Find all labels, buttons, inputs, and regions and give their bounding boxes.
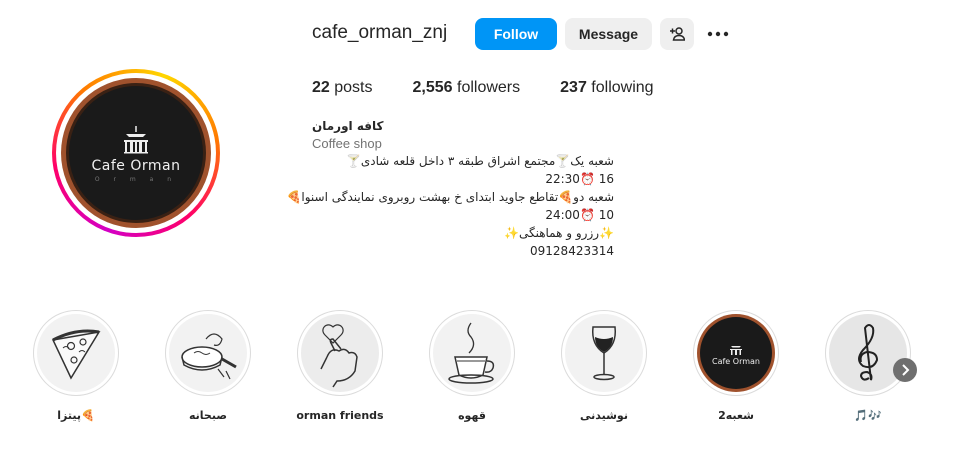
highlight-ring (165, 310, 251, 396)
treble-clef-icon (858, 324, 879, 381)
posts-stat: 22 posts (312, 79, 373, 97)
wine-glass-icon (591, 326, 617, 381)
highlight-ring (33, 310, 119, 396)
highlight-label: 🎵🎶 (854, 409, 882, 422)
logo-sub-text: O r m a n (94, 175, 178, 183)
posts-count: 22 (312, 79, 330, 96)
follow-button[interactable]: Follow (475, 18, 557, 50)
more-options-button[interactable] (706, 24, 730, 44)
highlight-label: orman friends (296, 409, 384, 422)
highlight-cover (829, 314, 907, 392)
story-highlights: پیتزا🍕 صبحانه orman friends قهوه نوشیدنی… (0, 310, 963, 430)
highlight-item[interactable]: صبحانه (163, 310, 253, 422)
chevron-right-icon (902, 364, 910, 376)
add-user-icon (670, 27, 685, 41)
highlight-item[interactable]: قهوه (427, 310, 517, 422)
logo-brand-text: Cafe Orman (91, 157, 181, 174)
highlight-ring: Cafe Orman (693, 310, 779, 396)
highlight-item[interactable]: Cafe Orman شعبه2 (691, 310, 781, 422)
pizza-icon (51, 329, 101, 380)
highlight-ring (429, 310, 515, 396)
bio-line: 10 ⏰24:00 (545, 208, 614, 222)
bio-line: شعبه دو🍕تقاطع جاوید ابتدای خ بهشت روبروی… (286, 190, 614, 204)
message-button[interactable]: Message (565, 18, 652, 50)
coffee-cup-icon (448, 322, 495, 384)
bio-phone: 09128423314 (530, 244, 614, 258)
bio-line: شعبه یک🍸مجتمع اشراق طبقه ۳ داخل قلعه شاد… (345, 154, 614, 168)
highlight-cover (169, 314, 247, 392)
following-stat[interactable]: 237 following (560, 79, 653, 97)
cafe-building-icon (124, 125, 148, 153)
profile-stats: 22 posts 2,556 followers 237 following (312, 79, 694, 97)
finger-heart-icon (320, 324, 358, 388)
highlight-cover: Cafe Orman (697, 314, 775, 392)
bio-line: ✨رزرو و هماهنگی✨ (504, 226, 614, 240)
highlight-item[interactable]: orman friends (295, 310, 385, 422)
highlight-cover (37, 314, 115, 392)
profile-avatar[interactable]: Cafe Orman O r m a n (52, 69, 220, 237)
cafe-logo-icon: Cafe Orman (700, 317, 772, 389)
cafe-logo: Cafe Orman O r m a n (66, 83, 206, 223)
followers-stat[interactable]: 2,556 followers (413, 79, 521, 97)
highlight-item[interactable]: پیتزا🍕 (31, 310, 121, 422)
full-name: کافه اورمان (312, 119, 384, 133)
bio-line: 16 ⏰22:30 (545, 172, 614, 186)
highlight-label: صبحانه (189, 409, 227, 422)
followers-count: 2,556 (412, 79, 453, 96)
highlight-label: نوشیدنی (580, 409, 628, 422)
posts-label: posts (334, 79, 373, 96)
highlight-cover (565, 314, 643, 392)
suggested-users-button[interactable] (660, 18, 694, 50)
cafe-building-icon (730, 345, 742, 355)
highlight-ring (561, 310, 647, 396)
bio-text: شعبه یک🍸مجتمع اشراق طبقه ۳ داخل قلعه شاد… (286, 152, 614, 260)
logo-brand-text: Cafe Orman (712, 356, 760, 366)
more-dots-icon (707, 31, 729, 37)
following-count: 237 (560, 79, 587, 96)
breakfast-pan-icon (181, 333, 237, 380)
highlight-cover (301, 314, 379, 392)
highlight-label: قهوه (458, 409, 486, 422)
category-label: Coffee shop (312, 136, 382, 151)
followers-label: followers (457, 79, 521, 96)
highlight-label: شعبه2 (718, 409, 754, 422)
highlight-label: پیتزا🍕 (57, 409, 95, 422)
highlight-item[interactable]: نوشیدنی (559, 310, 649, 422)
avatar-border: Cafe Orman O r m a n (56, 73, 216, 233)
following-label: following (591, 79, 654, 96)
highlight-ring (297, 310, 383, 396)
username: cafe_orman_znj (312, 22, 448, 43)
avatar-logo: Cafe Orman O r m a n (61, 78, 211, 228)
highlight-ring (825, 310, 911, 396)
highlight-cover (433, 314, 511, 392)
highlights-next-button[interactable] (893, 358, 917, 382)
